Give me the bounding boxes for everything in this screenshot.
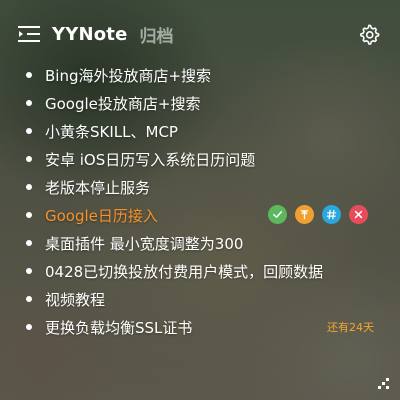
pin-button[interactable] <box>295 205 314 224</box>
tag-button[interactable] <box>322 205 341 224</box>
list-item[interactable]: Bing海外投放商店+搜索 <box>26 61 378 89</box>
resize-grip-icon[interactable] <box>378 378 390 390</box>
note-text: 更换负载均衡SSL证书 <box>45 318 193 337</box>
bullet <box>26 72 32 78</box>
note-text: 安卓 iOS日历写入系统日历问题 <box>45 150 256 169</box>
bullet <box>26 100 32 106</box>
list-item[interactable]: 老版本停止服务 <box>26 173 378 201</box>
check-icon <box>273 211 283 218</box>
close-icon <box>354 210 363 219</box>
item-actions <box>268 205 368 224</box>
bullet <box>26 128 32 134</box>
list-item[interactable]: 视频教程 <box>26 285 378 313</box>
bullet <box>26 296 32 302</box>
delete-button[interactable] <box>349 205 368 224</box>
list-item[interactable]: 0428已切换投放付费用户模式，回顾数据 <box>26 257 378 285</box>
app-title: YYNote <box>52 23 128 45</box>
header: YYNote 归档 <box>18 18 382 50</box>
yynote-widget: YYNote 归档 Bing海外投放商店+搜索 Google投放商店+搜索 小黄… <box>0 0 400 400</box>
days-remaining-badge: 还有24天 <box>327 321 374 334</box>
list-item[interactable]: 小黄条SKILL、MCP <box>26 117 378 145</box>
list-item[interactable]: 安卓 iOS日历写入系统日历问题 <box>26 145 378 173</box>
list-indent-icon[interactable] <box>18 25 40 43</box>
note-text: 0428已切换投放付费用户模式，回顾数据 <box>45 262 324 281</box>
archive-link[interactable]: 归档 <box>140 22 174 47</box>
bullet <box>26 184 32 190</box>
note-text: Google日历接入 <box>45 206 158 225</box>
note-text: 小黄条SKILL、MCP <box>45 122 178 141</box>
bullet <box>26 156 32 162</box>
list-item[interactable]: Google投放商店+搜索 <box>26 89 378 117</box>
note-text: Bing海外投放商店+搜索 <box>45 66 212 85</box>
note-text: 视频教程 <box>45 290 106 309</box>
list-item[interactable]: 更换负载均衡SSL证书 还有24天 <box>26 313 378 341</box>
list-item-active[interactable]: Google日历接入 <box>26 201 378 229</box>
complete-button[interactable] <box>268 205 287 224</box>
bullet <box>26 240 32 246</box>
bullet <box>26 212 32 218</box>
note-text: Google投放商店+搜索 <box>45 94 201 113</box>
pin-top-icon <box>300 210 309 220</box>
gear-icon[interactable] <box>358 23 380 45</box>
bullet <box>26 324 32 330</box>
list-item[interactable]: 桌面插件 最小宽度调整为300 <box>26 229 378 257</box>
note-list: Bing海外投放商店+搜索 Google投放商店+搜索 小黄条SKILL、MCP… <box>26 61 378 341</box>
note-text: 桌面插件 最小宽度调整为300 <box>45 234 244 253</box>
hashtag-icon <box>326 209 337 220</box>
bullet <box>26 268 32 274</box>
note-text: 老版本停止服务 <box>45 178 151 197</box>
